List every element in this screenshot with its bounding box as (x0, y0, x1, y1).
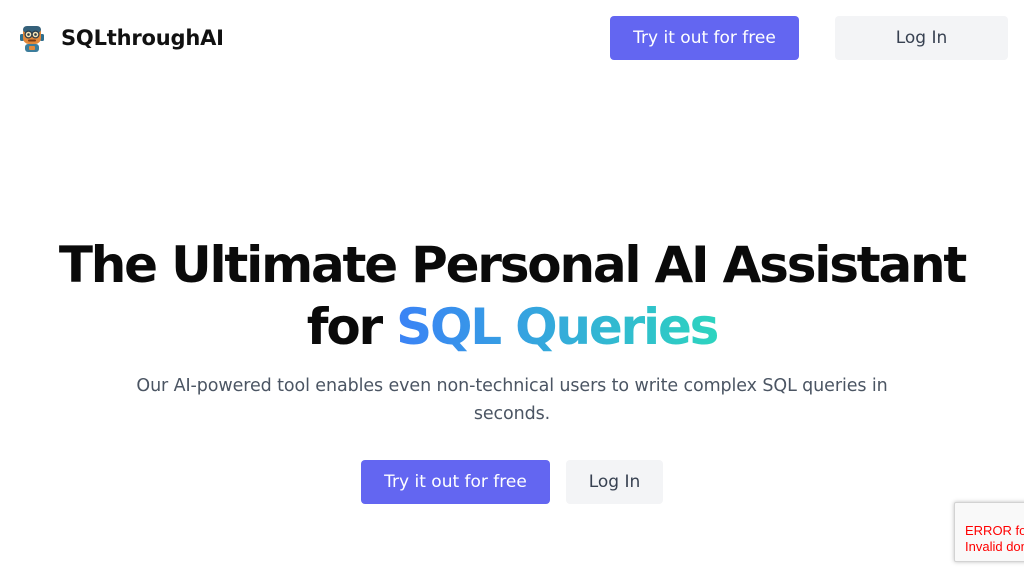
hero-title-line1: The Ultimate Personal AI Assistant (58, 236, 967, 294)
hero-title-highlight: SQL Queries (396, 298, 719, 356)
page: SQLthroughAI Try it out for free Log In … (0, 0, 1024, 576)
top-nav: SQLthroughAI Try it out for free Log In (0, 0, 1024, 76)
hero-login-button[interactable]: Log In (566, 460, 663, 504)
robot-mascot-icon (20, 26, 44, 52)
brand-name: SQLthroughAI (61, 26, 224, 50)
header-login-button[interactable]: Log In (835, 16, 1008, 60)
recaptcha-error-line2: Invalid dom (965, 539, 1024, 554)
hero-title: The Ultimate Personal AI Assistant for S… (0, 234, 1024, 358)
header-try-free-button[interactable]: Try it out for free (610, 16, 799, 60)
hero-subtitle: Our AI-powered tool enables even non-tec… (136, 376, 888, 424)
recaptcha-error-line1: ERROR for (965, 523, 1024, 538)
hero-title-line2-prefix: for (306, 298, 383, 356)
recaptcha-error-badge: ERROR for Invalid dom (954, 502, 1024, 562)
brand-home-link[interactable]: SQLthroughAI (18, 20, 224, 56)
hero-try-free-button[interactable]: Try it out for free (361, 460, 550, 504)
